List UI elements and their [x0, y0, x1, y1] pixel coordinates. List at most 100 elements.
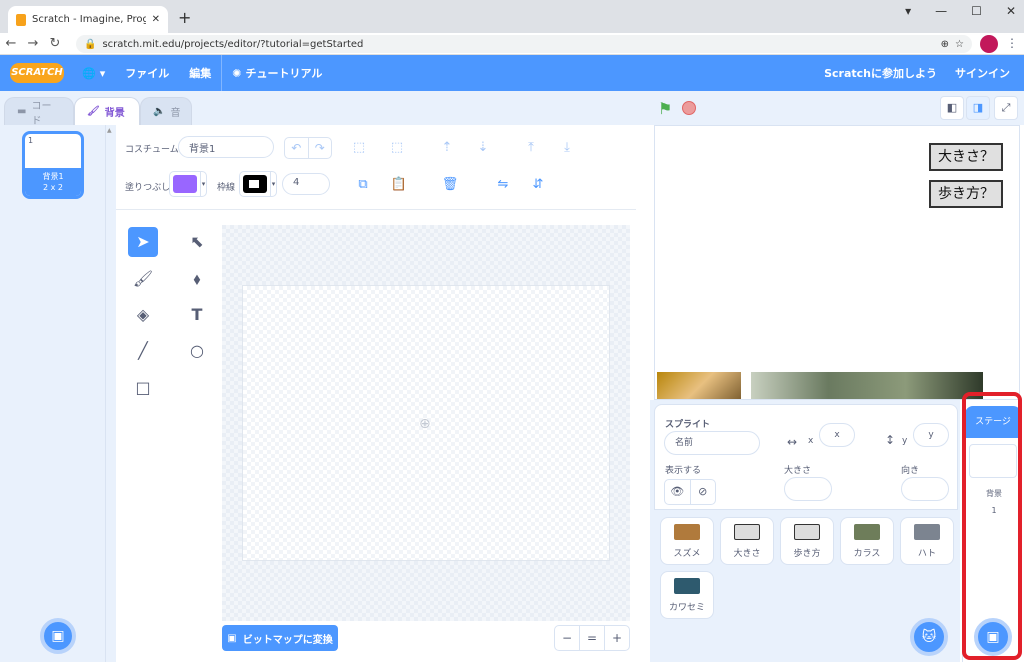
close-window-button[interactable]: ✕ [1006, 4, 1016, 18]
sprite-tile[interactable]: 歩き方 [780, 517, 834, 565]
sprite-thumbnail [674, 578, 700, 594]
brush-tool-icon[interactable]: 🖌 [128, 264, 158, 294]
bookmark-star-icon[interactable]: ☆ [955, 39, 964, 50]
browser-tab[interactable]: Scratch - Imagine, Program, Shar ✕ [8, 6, 168, 33]
tab-code[interactable]: ▬ コード [4, 97, 74, 127]
edit-menu[interactable]: 編集 [179, 65, 221, 81]
drawing-canvas[interactable]: ⊕ [242, 285, 610, 561]
zoom-reset-icon[interactable]: = [580, 626, 605, 650]
sign-in-link[interactable]: サインイン [955, 65, 1010, 81]
sprite-tile[interactable]: 大きさ [720, 517, 774, 565]
zoom-icon[interactable]: ⊕ [941, 39, 949, 50]
eraser-tool-icon[interactable]: ⬧ [182, 264, 212, 294]
scratch-logo[interactable]: SCRATCH [10, 63, 64, 83]
paste-icon[interactable]: 📋 [388, 174, 410, 196]
small-stage-icon[interactable]: ◧ [940, 96, 964, 120]
outline-color-picker[interactable]: ▾ [239, 171, 277, 197]
costume-thumbnail[interactable]: 1 背景1 2 x 2 [22, 131, 84, 199]
outline-width-input[interactable]: 4 [282, 173, 330, 195]
show-label: 表示する [665, 466, 702, 476]
eye-icon[interactable]: 👁 [665, 480, 691, 504]
size-input[interactable] [784, 477, 832, 501]
editor-tabs: ▬ コード 🖌 背景 🔈 音 [0, 91, 650, 127]
size-label: 大きさ [784, 466, 812, 476]
add-backdrop-button[interactable]: ▣ [974, 618, 1012, 656]
stop-icon[interactable] [682, 101, 696, 115]
stage-size-button[interactable]: 大きさ？ [929, 143, 1003, 171]
forward-layer-icon[interactable]: ⇡ [436, 137, 458, 159]
zoom-in-icon[interactable]: + [605, 626, 629, 650]
x-input[interactable]: x [819, 423, 855, 447]
close-tab-icon[interactable]: ✕ [152, 14, 160, 25]
costume-list-scrollbar[interactable]: ▲ [106, 125, 116, 662]
select-tool-icon[interactable]: ➤ [128, 227, 158, 257]
file-menu[interactable]: ファイル [115, 65, 179, 81]
add-backdrop-button[interactable]: ▣ [40, 618, 76, 654]
chevron-down-icon: ▾ [270, 172, 276, 196]
chevron-down-icon: ▾ [200, 172, 206, 196]
reshape-tool-icon[interactable]: ⬉ [182, 227, 212, 257]
stage[interactable]: 大きさ？ 歩き方？ [654, 125, 1020, 400]
fullscreen-icon[interactable]: ⤢ [994, 96, 1018, 120]
sprite-tile[interactable]: カワセミ [660, 571, 714, 619]
costume-name-input[interactable]: 背景1 [178, 136, 274, 158]
toolbar-divider [116, 209, 636, 210]
fill-color-picker[interactable]: ▾ [169, 171, 207, 197]
undo-icon[interactable]: ↶ [285, 138, 309, 158]
stage-tab[interactable]: ステージ [965, 406, 1021, 438]
group-icon[interactable]: ⬚ [348, 137, 370, 159]
sprite-tile[interactable]: ハト [900, 517, 954, 565]
backward-layer-icon[interactable]: ⇣ [472, 137, 494, 159]
sprite-tile[interactable]: スズメ [660, 517, 714, 565]
text-tool-icon[interactable]: T [182, 300, 212, 330]
green-flag-icon[interactable]: ⚑ [658, 99, 672, 118]
speaker-icon: 🔈 [153, 106, 166, 117]
sprite-info: スプライト 名前 ↔ x x ↕ y y 表示する 👁 ⊘ 大きさ 向き [654, 404, 958, 510]
zoom-out-icon[interactable]: − [555, 626, 580, 650]
back-arrow-icon[interactable]: ← [0, 36, 22, 51]
stage-thumbnail[interactable] [969, 444, 1017, 478]
new-tab-button[interactable]: + [178, 8, 191, 27]
y-input[interactable]: y [913, 423, 949, 447]
join-scratch-link[interactable]: Scratchに参加しよう [824, 65, 937, 81]
more-menu-icon[interactable]: ⋮ [1006, 36, 1018, 50]
convert-to-bitmap-button[interactable]: ▣ ビットマップに変換 [222, 625, 338, 651]
language-menu[interactable]: 🌐 ▾ [72, 67, 115, 80]
sprite-name: カワセミ [668, 603, 705, 613]
tab-costumes[interactable]: 🖌 背景 [74, 97, 140, 125]
maximize-button[interactable]: ☐ [971, 4, 982, 18]
profile-dropdown-icon[interactable]: ▾ [905, 4, 911, 18]
forward-arrow-icon[interactable]: → [22, 36, 44, 51]
tutorials-menu[interactable]: ✺ チュートリアル [221, 55, 332, 91]
url-field[interactable]: 🔒 scratch.mit.edu/projects/editor/?tutor… [76, 35, 972, 53]
scroll-up-icon[interactable]: ▲ [107, 127, 112, 134]
costume-index: 1 [28, 136, 34, 145]
front-layer-icon[interactable]: ⤒ [520, 137, 542, 159]
flip-vertical-icon[interactable]: ⇵ [527, 174, 549, 196]
sprite-name: 大きさ [733, 549, 761, 559]
reload-icon[interactable]: ↻ [44, 36, 66, 51]
redo-icon[interactable]: ↷ [309, 138, 332, 158]
copy-icon[interactable]: ⧉ [352, 174, 374, 196]
delete-icon[interactable]: 🗑 [439, 174, 461, 196]
back-layer-icon[interactable]: ⤓ [556, 137, 578, 159]
costume-name-label: コスチューム [125, 145, 179, 155]
ungroup-icon[interactable]: ⬚ [386, 137, 408, 159]
rectangle-tool-icon[interactable]: □ [128, 373, 158, 403]
tab-sounds[interactable]: 🔈 音 [140, 97, 192, 125]
avatar[interactable] [980, 35, 998, 53]
image-plus-icon: ▣ [986, 629, 1000, 645]
eye-hidden-icon[interactable]: ⊘ [691, 480, 716, 504]
stage-walk-button[interactable]: 歩き方？ [929, 180, 1003, 208]
add-sprite-button[interactable]: 🐱 [910, 618, 948, 656]
circle-tool-icon[interactable]: ○ [182, 336, 212, 366]
flip-horizontal-icon[interactable]: ⇋ [492, 174, 514, 196]
normal-stage-icon[interactable]: ◨ [966, 96, 990, 120]
fill-tool-icon[interactable]: ◈ [128, 300, 158, 330]
sprite-name: ハト [917, 549, 937, 559]
minimize-button[interactable]: — [935, 4, 947, 18]
line-tool-icon[interactable]: ╱ [128, 336, 158, 366]
sprite-name-input[interactable]: 名前 [664, 431, 760, 455]
direction-input[interactable] [901, 477, 949, 501]
sprite-tile[interactable]: カラス [840, 517, 894, 565]
